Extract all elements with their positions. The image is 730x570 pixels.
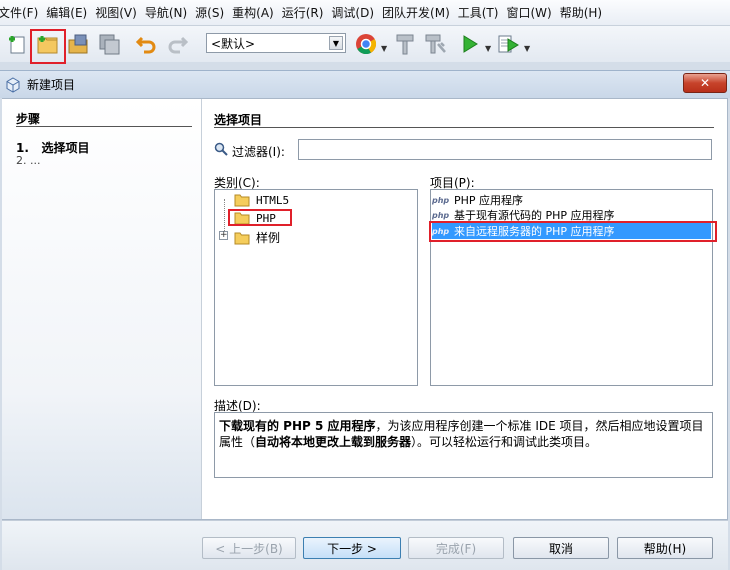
chrome-icon xyxy=(356,34,377,55)
menu-navigate[interactable]: 导航(N) xyxy=(145,4,191,21)
open-project-button[interactable] xyxy=(66,31,92,57)
redo-icon xyxy=(168,36,189,54)
description-text-end: ）。可以轻松运行和调试此类项目。 xyxy=(411,435,598,449)
browser-button[interactable] xyxy=(353,31,379,57)
debug-button[interactable] xyxy=(495,31,521,57)
step-1-label: 选择项目 xyxy=(41,141,90,155)
menubar: 文件(F) 编辑(E) 视图(V) 导航(N) 源(S) 重构(A) 运行(R)… xyxy=(0,0,730,26)
run-icon xyxy=(463,35,478,53)
menu-refactor[interactable]: 重构(A) xyxy=(232,4,278,21)
category-samples-label: 样例 xyxy=(256,231,281,245)
netbeans-cube-icon xyxy=(6,76,20,93)
configuration-select[interactable]: <默认> ▼ xyxy=(206,33,346,53)
help-button[interactable]: 帮助(H) xyxy=(617,537,713,559)
description-bold-2: 自动将本地更改上载到服务器 xyxy=(255,435,412,449)
build-button[interactable] xyxy=(392,31,418,57)
menu-window[interactable]: 窗口(W) xyxy=(506,4,555,21)
hammer-icon xyxy=(396,34,414,55)
menu-debug[interactable]: 调试(D) xyxy=(331,4,378,21)
redo-button[interactable] xyxy=(164,31,190,57)
toolbar: ▼ ▼ ▼ xyxy=(0,26,730,62)
menu-source[interactable]: 源(S) xyxy=(195,4,228,21)
folder-icon xyxy=(234,232,250,244)
new-project-highlight xyxy=(30,29,66,64)
debug-dropdown-arrow[interactable]: ▼ xyxy=(524,44,530,53)
menu-team[interactable]: 团队开发(M) xyxy=(382,4,454,21)
filter-input[interactable] xyxy=(298,139,712,160)
project-php-application[interactable]: php PHP 应用程序 xyxy=(432,192,523,208)
main-title: 选择项目 xyxy=(214,113,263,127)
menu-view[interactable]: 视图(V) xyxy=(95,4,141,21)
menu-tools[interactable]: 工具(T) xyxy=(458,4,503,21)
filter-label: 过滤器(I): xyxy=(232,145,285,159)
step-1-number: 1. xyxy=(16,141,29,155)
open-project-icon xyxy=(68,34,88,54)
step-2: 2. ... xyxy=(16,154,41,167)
back-button[interactable]: < 上一步(B) xyxy=(202,537,296,559)
menu-edit[interactable]: 编辑(E) xyxy=(46,4,91,21)
configuration-value: <默认> xyxy=(211,36,256,51)
menu-help[interactable]: 帮助(H) xyxy=(560,4,606,21)
run-button[interactable] xyxy=(456,31,482,57)
save-all-button[interactable] xyxy=(96,31,122,57)
close-button[interactable]: ✕ xyxy=(683,73,727,93)
description-bold: 下载现有的 PHP 5 应用程序 xyxy=(219,419,376,433)
category-html5-label: HTML5 xyxy=(256,193,290,207)
close-icon: ✕ xyxy=(699,76,711,90)
browser-dropdown-arrow[interactable]: ▼ xyxy=(381,44,387,53)
search-icon xyxy=(214,142,228,156)
expand-icon[interactable]: + xyxy=(219,231,228,240)
new-file-icon xyxy=(9,36,25,54)
description-box: 下载现有的 PHP 5 应用程序，为该应用程序创建一个标准 IDE 项目，然后相… xyxy=(214,412,713,478)
steps-title: 步骤 xyxy=(16,112,41,126)
steps-pane: 步骤 1. 选择项目 2. ... xyxy=(2,99,202,519)
next-button[interactable]: 下一步 > xyxy=(303,537,401,559)
category-samples[interactable]: 样例 xyxy=(234,229,280,246)
php-highlight xyxy=(228,209,292,226)
clean-build-button[interactable] xyxy=(422,31,448,57)
steps-divider xyxy=(16,126,192,127)
php-icon: php xyxy=(432,195,450,205)
debug-icon xyxy=(498,35,519,53)
dialog-titlebar: 新建项目 ✕ xyxy=(0,70,730,98)
php-icon: php xyxy=(432,210,450,220)
remote-project-highlight xyxy=(429,221,717,242)
main-divider xyxy=(214,127,714,128)
menu-run[interactable]: 运行(R) xyxy=(282,4,328,21)
new-file-button[interactable] xyxy=(4,31,30,57)
clean-build-icon xyxy=(425,34,446,54)
menu-file[interactable]: 文件(F) xyxy=(0,4,42,21)
chevron-down-icon[interactable]: ▼ xyxy=(329,36,343,50)
project-label: PHP 应用程序 xyxy=(454,194,524,207)
save-all-icon xyxy=(99,34,120,55)
undo-button[interactable] xyxy=(134,31,160,57)
folder-icon xyxy=(234,194,250,207)
finish-button[interactable]: 完成(F) xyxy=(408,537,504,559)
run-dropdown-arrow[interactable]: ▼ xyxy=(485,44,491,53)
category-html5[interactable]: HTML5 xyxy=(234,193,289,207)
dialog-title: 新建项目 xyxy=(27,78,76,92)
undo-icon xyxy=(135,36,156,54)
cancel-button[interactable]: 取消 xyxy=(513,537,609,559)
